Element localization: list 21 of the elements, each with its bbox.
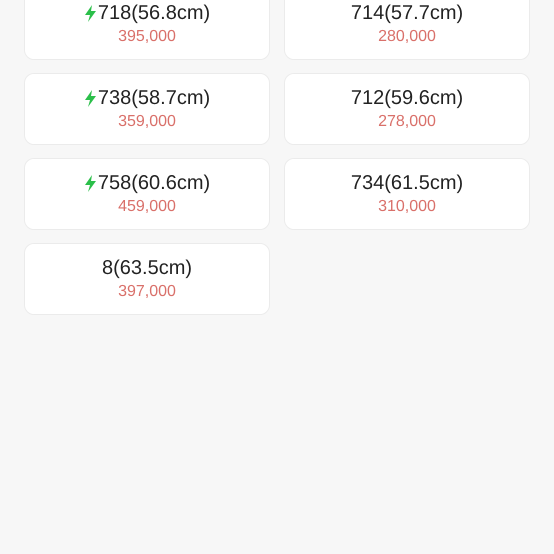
size-label: 712(59.6cm) <box>350 87 464 110</box>
size-option[interactable]: 758(60.6cm) 459,000 <box>24 158 270 230</box>
size-label: 738(58.7cm) <box>98 87 210 110</box>
price-label: 310,000 <box>378 198 436 216</box>
size-option[interactable]: 734(61.5cm) 310,000 <box>284 158 530 230</box>
price-label: 459,000 <box>118 198 176 216</box>
size-label: 758(60.6cm) <box>98 172 210 195</box>
size-label: 714(57.7cm) <box>350 2 464 25</box>
size-option[interactable]: 714(57.7cm) 280,000 <box>284 0 530 60</box>
size-option[interactable]: 738(58.7cm) 359,000 <box>24 73 270 145</box>
size-label: 734(61.5cm) <box>350 172 464 195</box>
price-label: 397,000 <box>118 283 176 301</box>
price-label: 278,000 <box>378 113 436 131</box>
size-label: 718(56.8cm) <box>98 2 210 25</box>
price-label: 359,000 <box>118 113 176 131</box>
size-option[interactable]: 712(59.6cm) 278,000 <box>284 73 530 145</box>
size-option[interactable]: 8(63.5cm) 397,000 <box>24 243 270 315</box>
size-option[interactable]: 718(56.8cm) 395,000 <box>24 0 270 60</box>
price-label: 280,000 <box>378 28 436 46</box>
price-label: 395,000 <box>118 28 176 46</box>
size-label: 8(63.5cm) <box>102 257 192 280</box>
